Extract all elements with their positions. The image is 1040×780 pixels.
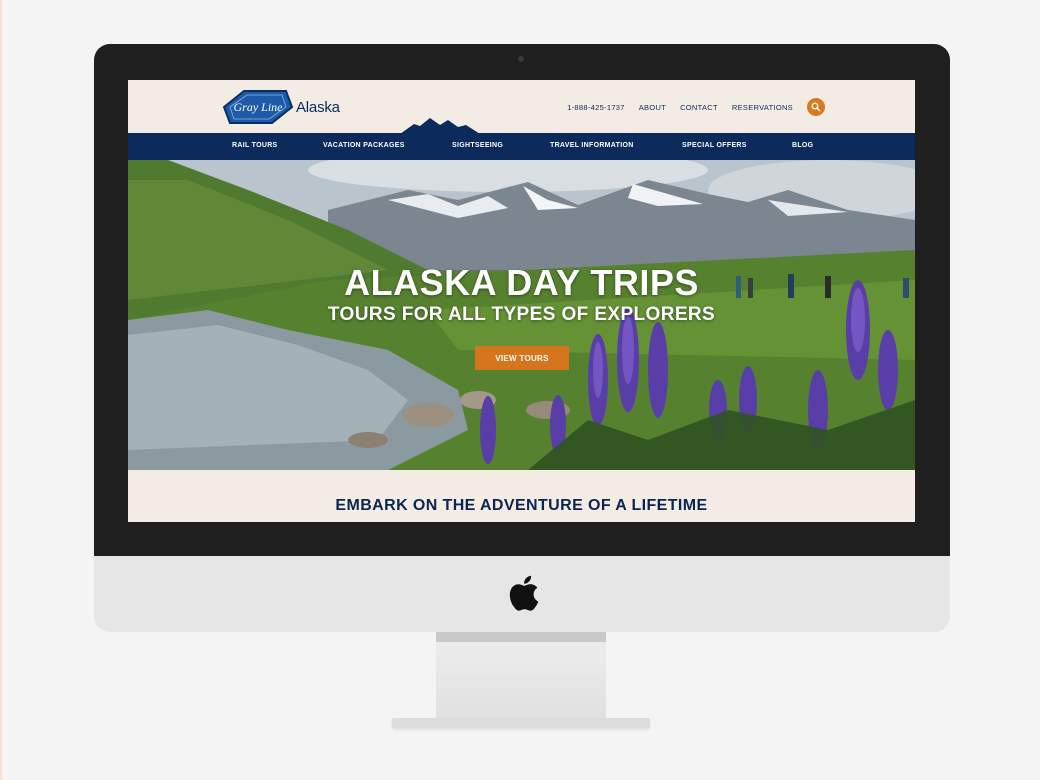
nav-sightseeing[interactable]: SIGHTSEEING: [452, 142, 503, 149]
reservations-link[interactable]: RESERVATIONS: [732, 103, 793, 112]
view-tours-button[interactable]: VIEW TOURS: [475, 346, 569, 370]
utility-nav: 1-888-425-1737 ABOUT CONTACT RESERVATION…: [567, 98, 825, 116]
about-link[interactable]: ABOUT: [639, 103, 666, 112]
nav-special-offers[interactable]: SPECIAL OFFERS: [682, 142, 747, 149]
main-nav: RAIL TOURS VACATION PACKAGES SIGHTSEEING…: [128, 133, 915, 160]
stand-neck: [436, 632, 606, 642]
apple-icon: [509, 575, 539, 611]
nav-rail-tours[interactable]: RAIL TOURS: [232, 142, 278, 149]
nav-blog[interactable]: BLOG: [792, 142, 813, 149]
hero-banner: ALASKA DAY TRIPS TOURS FOR ALL TYPES OF …: [128, 160, 915, 470]
search-button[interactable]: [807, 98, 825, 116]
site-header: Gray Line Alaska 1-888-425-1737 ABOUT CO…: [128, 80, 915, 134]
site-logo[interactable]: Gray Line Alaska: [220, 86, 340, 128]
intro-section: EMBARK ON THE ADVENTURE OF A LIFETIME: [128, 470, 915, 522]
contact-link[interactable]: CONTACT: [680, 103, 718, 112]
search-icon: [811, 102, 821, 112]
nav-travel-information[interactable]: TRAVEL INFORMATION: [550, 142, 634, 149]
stand-base: [392, 718, 650, 728]
section-heading: EMBARK ON THE ADVENTURE OF A LIFETIME: [335, 497, 708, 514]
hero-title: ALASKA DAY TRIPS: [344, 262, 699, 303]
phone-link[interactable]: 1-888-425-1737: [567, 103, 625, 112]
page-edge-line: [0, 0, 2, 780]
hero-subtitle: TOURS FOR ALL TYPES OF EXPLORERS: [327, 304, 716, 325]
nav-vacation-packages[interactable]: VACATION PACKAGES: [323, 142, 405, 149]
monitor-stand: [436, 642, 606, 722]
screen: Gray Line Alaska 1-888-425-1737 ABOUT CO…: [128, 80, 915, 522]
gray-line-badge-icon: Gray Line: [222, 90, 294, 124]
mountain-decoration: [400, 118, 480, 134]
svg-text:Gray Line: Gray Line: [234, 100, 284, 114]
logo-text: Alaska: [296, 98, 340, 116]
camera-dot: [518, 56, 524, 62]
